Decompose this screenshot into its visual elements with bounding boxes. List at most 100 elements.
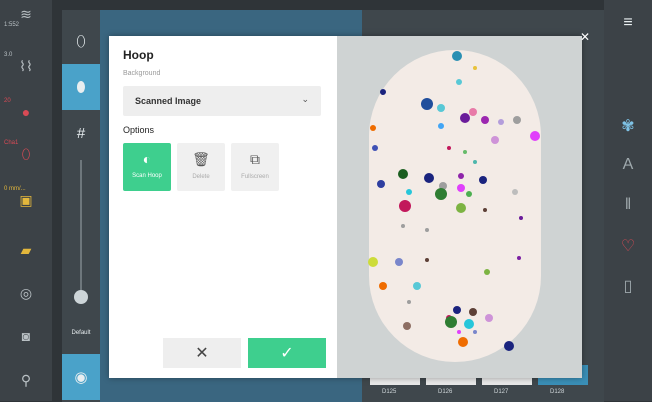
fabric-dot bbox=[372, 145, 378, 151]
fabric-dot bbox=[453, 306, 461, 314]
hoop-select-button[interactable]: ⬮ bbox=[62, 64, 100, 110]
thumbnail-label: D128 bbox=[550, 389, 565, 395]
checkmark-icon: ✓ bbox=[280, 345, 294, 362]
target-status[interactable]: ◎ bbox=[0, 285, 52, 301]
favorites-button[interactable]: ♡ bbox=[604, 236, 652, 256]
chevron-down-icon: ⌄ bbox=[301, 94, 309, 104]
signal-icon: ≋ bbox=[20, 6, 32, 22]
zoom-slider-track[interactable] bbox=[80, 160, 82, 290]
fabric-dot bbox=[530, 131, 540, 141]
eye-icon: ◉ bbox=[74, 369, 88, 386]
text-button[interactable]: A bbox=[604, 156, 652, 174]
needle-position-status[interactable]: 0 mm/... ▣ bbox=[0, 186, 52, 208]
fabric-dot bbox=[407, 300, 411, 304]
confirm-button[interactable]: ✓ bbox=[248, 338, 326, 368]
fabric-dot bbox=[519, 216, 523, 220]
fabric-dot bbox=[445, 316, 457, 328]
fabric-dot bbox=[469, 308, 477, 316]
target-icon: ◎ bbox=[19, 285, 33, 301]
feed-dog-status[interactable]: ▰ bbox=[0, 242, 52, 258]
fabric-dot bbox=[460, 113, 470, 123]
fabric-dot bbox=[421, 98, 433, 110]
fabric-dot bbox=[498, 119, 504, 125]
fabric-dot bbox=[380, 89, 386, 95]
fabric-dot bbox=[466, 191, 472, 197]
fabric-dot bbox=[491, 136, 499, 144]
cancel-button[interactable]: ✕ bbox=[163, 338, 241, 368]
camera-status[interactable]: ◙ bbox=[0, 328, 52, 344]
menu-button[interactable]: ≡ bbox=[604, 14, 652, 32]
fullscreen-button[interactable]: ⧉ Fullscreen bbox=[231, 143, 279, 191]
fabric-dot bbox=[473, 160, 477, 164]
fabric-dot bbox=[452, 51, 462, 61]
scan-hoop-button[interactable]: ◐ Scan Hoop bbox=[123, 143, 171, 191]
border-button[interactable]: ‖ bbox=[604, 196, 652, 214]
hoop-dialog: Hoop Background Scanned Image ⌄ Options … bbox=[109, 36, 582, 378]
status-sidebar: ≋ 1:552 3.0 ⌇⌇ 20 ● Cha1 ⬯ 0 mm/... ▣ ▰ … bbox=[0, 0, 52, 401]
fabric-dot bbox=[424, 173, 434, 183]
grid-button[interactable]: # bbox=[62, 110, 100, 156]
fullscreen-icon: ⧉ bbox=[250, 151, 260, 167]
tension-icon: ● bbox=[21, 104, 31, 120]
delete-label: Delete bbox=[192, 174, 210, 180]
signal-label: 1:552 bbox=[4, 22, 20, 28]
stitch-length-icon: ⌇⌇ bbox=[19, 58, 33, 74]
background-select-value: Scanned Image bbox=[135, 96, 202, 106]
delete-button[interactable]: 🗑 Delete bbox=[177, 143, 225, 191]
fabric-dot bbox=[456, 203, 466, 213]
presser-foot-status[interactable]: Cha1 ⬯ bbox=[0, 140, 52, 162]
fullscreen-label: Fullscreen bbox=[241, 174, 269, 180]
hoop-toolbar: ⬯ ⬮ # Default ◉ bbox=[62, 10, 100, 402]
hoop-preview-canvas bbox=[368, 50, 541, 362]
fabric-dot bbox=[513, 116, 521, 124]
fabric-dot bbox=[473, 66, 477, 70]
hamburger-icon: ≡ bbox=[623, 14, 633, 31]
default-label: Default bbox=[71, 330, 91, 336]
fabric-dot bbox=[370, 125, 376, 131]
scan-hoop-icon: ◐ bbox=[142, 151, 152, 167]
fabric-dot bbox=[484, 269, 490, 275]
fabric-dot bbox=[377, 180, 385, 188]
stitch-length-status[interactable]: 3.0 ⌇⌇ bbox=[0, 52, 52, 74]
thread-status[interactable]: ⚲ bbox=[0, 372, 52, 388]
fabric-dot bbox=[425, 258, 429, 262]
butterfly-button[interactable]: ✾ bbox=[604, 116, 652, 136]
fabric-dot bbox=[457, 330, 461, 334]
heart-icon: ♡ bbox=[620, 238, 636, 255]
fabric-dot bbox=[398, 169, 408, 179]
thumbnail-label: D125 bbox=[382, 389, 397, 395]
fabric-dot bbox=[399, 200, 411, 212]
fabric-dot bbox=[473, 330, 477, 334]
fabric-dot bbox=[395, 258, 403, 266]
fabric-dot bbox=[406, 189, 412, 195]
fabric-dot bbox=[458, 173, 464, 179]
usb-button[interactable]: ▯ bbox=[604, 276, 652, 296]
grid-icon: # bbox=[76, 124, 86, 142]
view-button[interactable]: ◉ bbox=[62, 354, 100, 400]
thread-icon: ⚲ bbox=[20, 372, 32, 388]
hoop-preview[interactable] bbox=[337, 36, 582, 378]
options-label: Options bbox=[123, 125, 155, 135]
fabric-dot bbox=[479, 176, 487, 184]
background-select[interactable]: Scanned Image ⌄ bbox=[123, 86, 321, 116]
hoop-outline-icon: ⬯ bbox=[76, 32, 86, 50]
letter-a-icon: A bbox=[622, 156, 634, 173]
feed-dog-icon: ▰ bbox=[20, 242, 32, 258]
camera-icon: ◙ bbox=[21, 328, 31, 344]
zoom-slider-handle[interactable] bbox=[74, 290, 88, 304]
fabric-dot bbox=[437, 104, 445, 112]
trash-icon: 🗑 bbox=[192, 151, 210, 167]
fabric-dot bbox=[517, 256, 521, 260]
fabric-dot bbox=[458, 337, 468, 347]
fabric-dot bbox=[413, 282, 421, 290]
dialog-title: Hoop bbox=[123, 48, 154, 62]
hoop-shape-button[interactable]: ⬯ bbox=[62, 18, 100, 64]
fabric-dot bbox=[463, 150, 467, 154]
fabric-dot bbox=[483, 208, 487, 212]
fabric-dot bbox=[457, 184, 465, 192]
tension-status[interactable]: 20 ● bbox=[0, 98, 52, 120]
hoop-area bbox=[369, 50, 541, 362]
close-icon[interactable]: ✕ bbox=[580, 30, 590, 44]
right-sidebar: ≡ ✾ A ‖ ♡ ▯ bbox=[604, 0, 652, 401]
signal-status: ≋ 1:552 bbox=[0, 6, 52, 28]
